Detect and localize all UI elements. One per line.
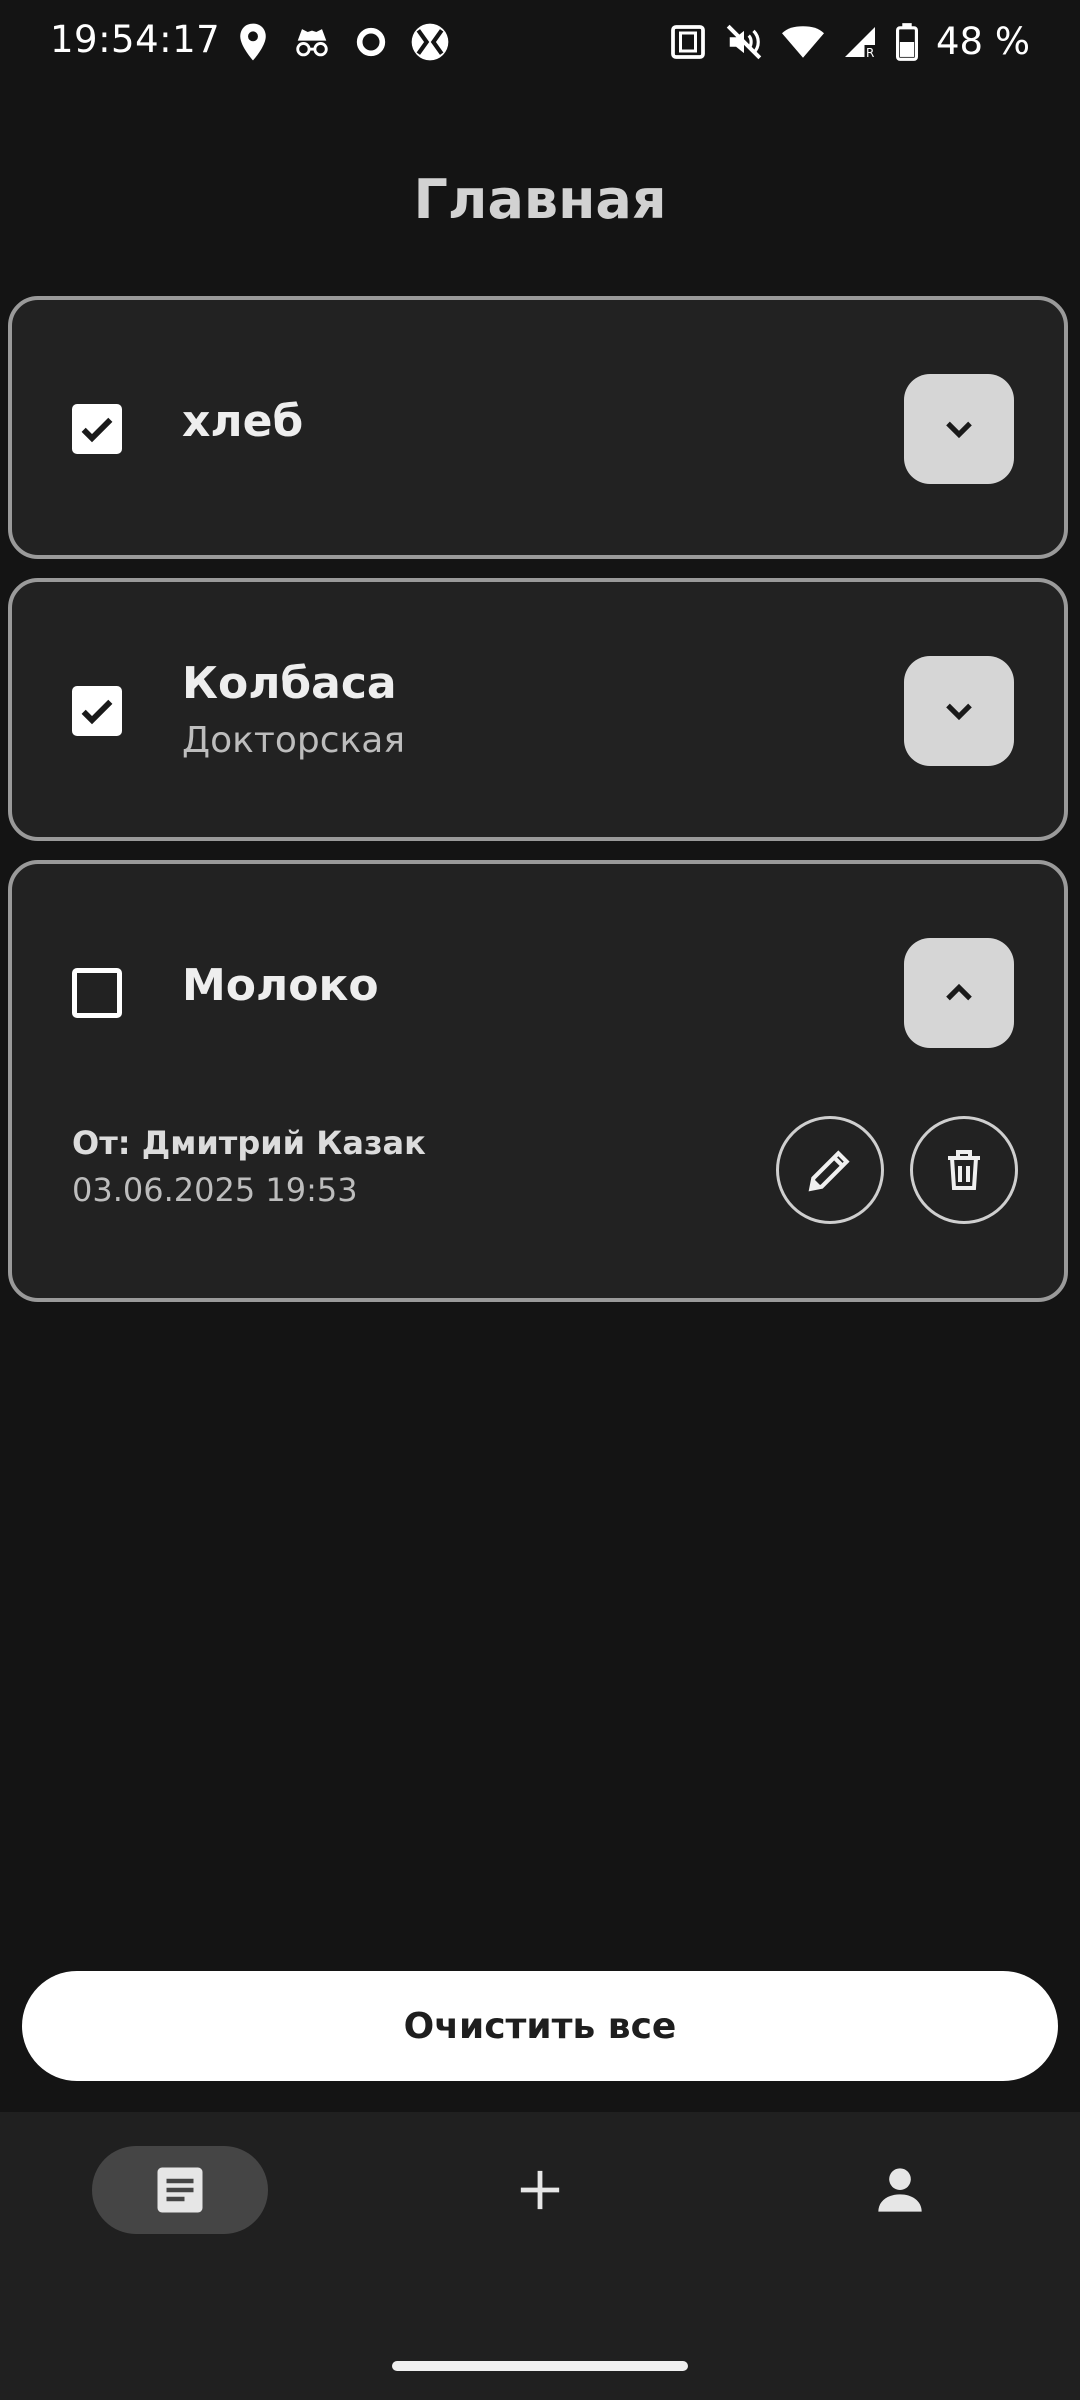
status-bar: 19:54:17 R 48 % [0,0,1080,88]
home-indicator[interactable] [392,2361,688,2371]
nav-add[interactable] [496,2146,584,2234]
pencil-icon [808,1150,850,1192]
item-author: От: Дмитрий Казак [72,1124,426,1162]
incognito-icon [296,29,328,57]
list-item[interactable]: хлеб [8,296,1068,559]
status-time: 19:54:17 [50,18,221,61]
chevron-down-icon [946,421,972,439]
nav-lists[interactable] [92,2146,268,2234]
page-title: Главная [413,168,667,231]
status-icons-right: R 48 % [670,20,1030,63]
edit-button[interactable] [776,1116,884,1224]
item-checkbox[interactable] [72,686,122,736]
profile-icon [878,2168,922,2212]
list-item[interactable]: Молоко От: Дмитрий Казак 03.06.2025 19:5… [8,860,1068,1302]
mute-icon [726,24,762,59]
clear-all-button[interactable]: Очистить все [22,1971,1058,2081]
nav-profile[interactable] [856,2146,944,2234]
chevron-down-icon [946,703,972,721]
crosshair-icon [411,23,449,61]
item-subtitle: Докторская [182,720,405,761]
item-checkbox[interactable] [72,404,122,454]
item-date: 03.06.2025 19:53 [72,1171,358,1209]
battery-icon [896,22,918,61]
check-icon [81,699,113,725]
item-checkbox[interactable] [72,968,122,1018]
circle-icon [356,27,386,57]
expand-button[interactable] [904,656,1014,766]
expand-button[interactable] [904,374,1014,484]
chevron-up-icon [946,983,972,1001]
item-title: хлеб [182,396,304,447]
item-title: Колбаса [182,658,397,709]
collapse-button[interactable] [904,938,1014,1048]
list-item[interactable]: Колбаса Докторская [8,578,1068,841]
battery-percent: 48 % [936,20,1030,63]
location-icon [240,23,266,61]
lists-icon [157,2167,203,2213]
wifi-icon [782,25,824,58]
status-icons-left [236,22,450,62]
check-icon [81,417,113,443]
nfc-icon [671,24,705,59]
svg-text:R: R [866,46,874,60]
signal-icon: R [845,26,877,60]
trash-icon [948,1150,980,1190]
delete-button[interactable] [910,1116,1018,1224]
bottom-nav [0,2112,1080,2400]
item-title: Молоко [182,960,379,1011]
add-icon [520,2170,560,2210]
